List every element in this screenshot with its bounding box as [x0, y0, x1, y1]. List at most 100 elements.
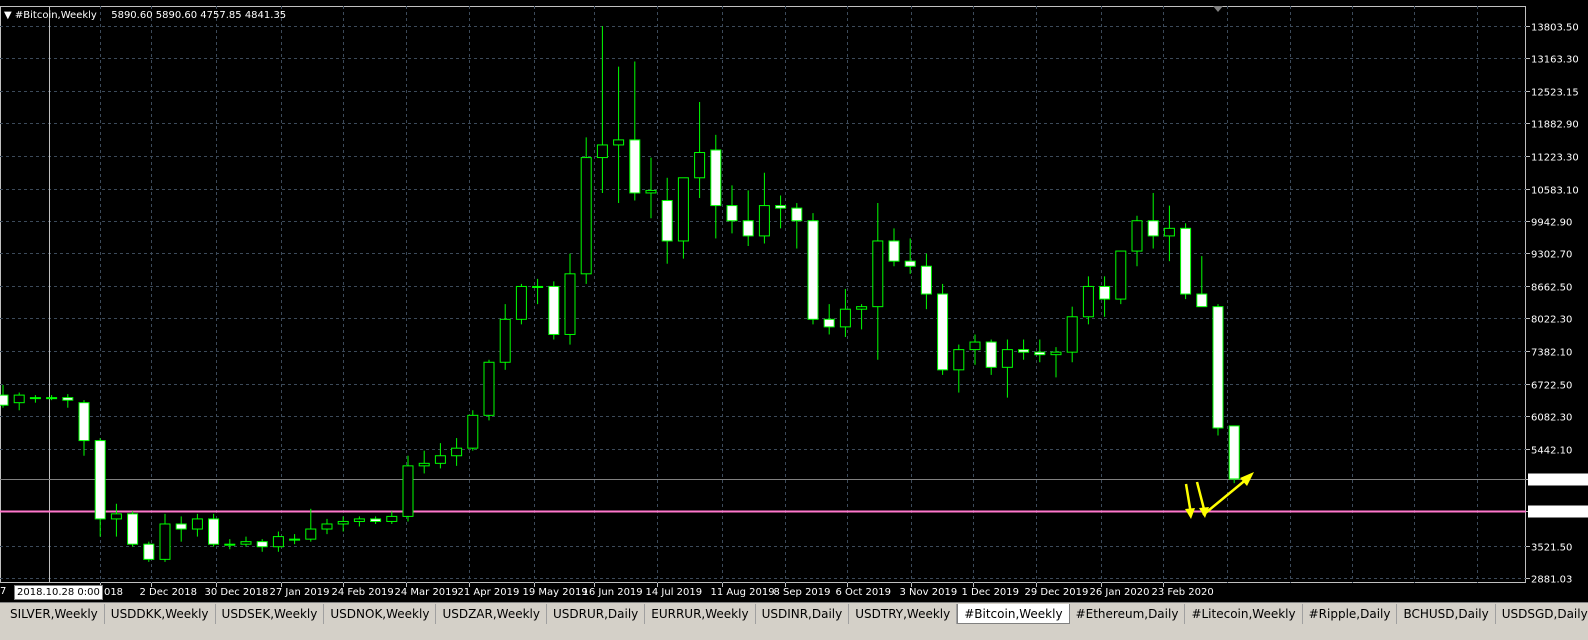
- candle-bear: [94, 440, 106, 520]
- tab-bitcoin-weekly[interactable]: #Bitcoin,Weekly: [957, 604, 1070, 624]
- candle-bull: [1001, 349, 1013, 368]
- shift-marker-icon[interactable]: [1213, 6, 1223, 12]
- candle-bear: [62, 397, 74, 401]
- candle-bear: [661, 200, 673, 242]
- x-tick-label: 16 Jun 2019: [583, 587, 643, 598]
- candle-bull: [321, 523, 333, 530]
- candle-bear: [937, 293, 949, 371]
- candle-bull: [953, 349, 965, 371]
- candle-bull: [483, 361, 495, 416]
- chart-ohlc-label: 5890.60 5890.60 4757.85 4841.35: [111, 10, 287, 21]
- candle-bear: [629, 139, 641, 194]
- chart-plot[interactable]: 13803.50 13163.30 12523.15 11882.90 11223.30…: [0, 0, 1588, 602]
- arrow-up-line[interactable]: [1202, 477, 1249, 516]
- candle-bear: [710, 149, 722, 207]
- candle-bear: [1099, 285, 1111, 300]
- candle-bear: [775, 205, 787, 209]
- chart-tabs: SILVER,Weekly USDDKK,Weekly USDSEK,Weekly U…: [4, 604, 1588, 624]
- candle-bear: [78, 402, 90, 442]
- candle-bull: [758, 205, 770, 237]
- y-tick-label: 12523.15: [1531, 88, 1579, 99]
- tab-ripple-daily[interactable]: #Ripple,Daily: [1302, 604, 1398, 624]
- candle-bull: [1082, 285, 1094, 318]
- candle-bear: [1196, 293, 1208, 308]
- date-label-partial: 7: [0, 586, 7, 597]
- chart-tab-bar: SILVER,Weekly USDDKK,Weekly USDSEK,Weekly U…: [0, 602, 1588, 640]
- candle-bull: [872, 240, 884, 308]
- candle-bear: [370, 518, 382, 522]
- y-tick-label: 8662.50: [1531, 283, 1572, 294]
- candle-bull: [499, 318, 511, 363]
- tab-eurrur-weekly[interactable]: EURRUR,Weekly: [645, 604, 756, 624]
- candle-bear: [1147, 220, 1159, 237]
- x-tick-label: 29 Dec 2019: [1025, 587, 1089, 598]
- candle-bear: [1180, 227, 1192, 295]
- y-tick-label: 6722.50: [1531, 381, 1572, 392]
- tab-usdinr-daily[interactable]: USDINR,Daily: [755, 604, 850, 624]
- candle-bull: [1131, 220, 1143, 252]
- arrow-down-head-icon: [1185, 508, 1195, 519]
- candle-bull: [418, 462, 430, 467]
- tab-usdrur-daily[interactable]: USDRUR,Daily: [546, 604, 646, 624]
- tab-usdnok-weekly[interactable]: USDNOK,Weekly: [324, 604, 437, 624]
- candle-bear: [256, 541, 268, 548]
- candle-bear: [0, 394, 9, 406]
- y-tick-label: 13163.30: [1531, 55, 1579, 66]
- candle-bull: [451, 447, 463, 457]
- candle-bull: [694, 152, 706, 179]
- candle-bear: [904, 260, 916, 267]
- y-tick-label: 2881.03: [1531, 575, 1572, 586]
- candle-bull: [856, 306, 868, 310]
- x-tick-label: 30 Dec 2018: [205, 587, 269, 598]
- tab-usdsek-weekly[interactable]: USDSEK,Weekly: [215, 604, 325, 624]
- candle-bull: [224, 543, 236, 546]
- candle-bull: [564, 273, 576, 335]
- candle-bear: [726, 205, 738, 222]
- candle-bear: [1212, 306, 1224, 429]
- tab-bchusd-daily[interactable]: BCHUSD,Daily: [1397, 604, 1496, 624]
- x-tick-label: 3 Nov 2019: [900, 587, 958, 598]
- candle-bear: [742, 220, 754, 237]
- tab-ethereum-daily[interactable]: #Ethereum,Daily: [1069, 604, 1186, 624]
- candle-bear: [1228, 425, 1240, 480]
- tab-usdtry-weekly[interactable]: USDTRY,Weekly: [849, 604, 958, 624]
- y-tick-label: 13803.50: [1531, 23, 1579, 34]
- tab-silver-weekly[interactable]: SILVER,Weekly: [4, 604, 105, 624]
- tab-usddkk-weekly[interactable]: USDDKK,Weekly: [104, 604, 216, 624]
- chart-header: ▼ #Bitcoin,Weekly 5890.60 5890.60 4757.8…: [4, 10, 286, 21]
- candle-bull: [532, 285, 544, 288]
- chart-menu-arrow[interactable]: ▼: [4, 10, 12, 21]
- candle-bull: [434, 455, 446, 464]
- candle-bear: [985, 341, 997, 368]
- tab-usdsgd-daily[interactable]: USDSGD,Daily: [1495, 604, 1588, 624]
- candle-bear: [548, 285, 560, 335]
- x-tick-label: 11 Aug 2019: [711, 587, 775, 598]
- chart-window[interactable]: 13803.50 13163.30 12523.15 11882.90 11223.30…: [0, 0, 1588, 602]
- x-tick-label: 6 Oct 2019: [836, 587, 891, 598]
- candle-bull: [596, 144, 608, 159]
- x-tick-label: 21 Apr 2019: [458, 587, 520, 598]
- candle-bear: [1018, 349, 1030, 353]
- y-tick-label: 10583.10: [1531, 186, 1579, 197]
- candle-bull: [839, 308, 851, 328]
- candle-bull: [191, 518, 203, 530]
- y-tick-label: 9302.70: [1531, 250, 1572, 261]
- candle-bull: [645, 189, 657, 194]
- chart-symbol-label: #Bitcoin,Weekly: [14, 10, 97, 21]
- candle-bull: [110, 513, 122, 520]
- candle-bull: [13, 394, 25, 404]
- y-tick-label: 6082.30: [1531, 413, 1572, 424]
- candle-bull: [386, 515, 398, 522]
- x-tick-label: 26 Jan 2020: [1090, 587, 1150, 598]
- tab-usdzar-weekly[interactable]: USDZAR,Weekly: [436, 604, 547, 624]
- tab-litecoin-weekly[interactable]: #Litecoin,Weekly: [1185, 604, 1303, 624]
- candle-bear: [920, 265, 932, 295]
- y-tick-label: 5442.10: [1531, 446, 1572, 457]
- x-tick-label: 8 Sep 2019: [774, 587, 831, 598]
- candle-bear: [143, 543, 155, 560]
- candle-bull: [613, 139, 625, 146]
- candle-bull: [515, 285, 527, 320]
- y-tick-label: 8022.30: [1531, 315, 1572, 326]
- candle-bear: [208, 518, 220, 545]
- y-tick-label: 3521.50: [1531, 543, 1572, 554]
